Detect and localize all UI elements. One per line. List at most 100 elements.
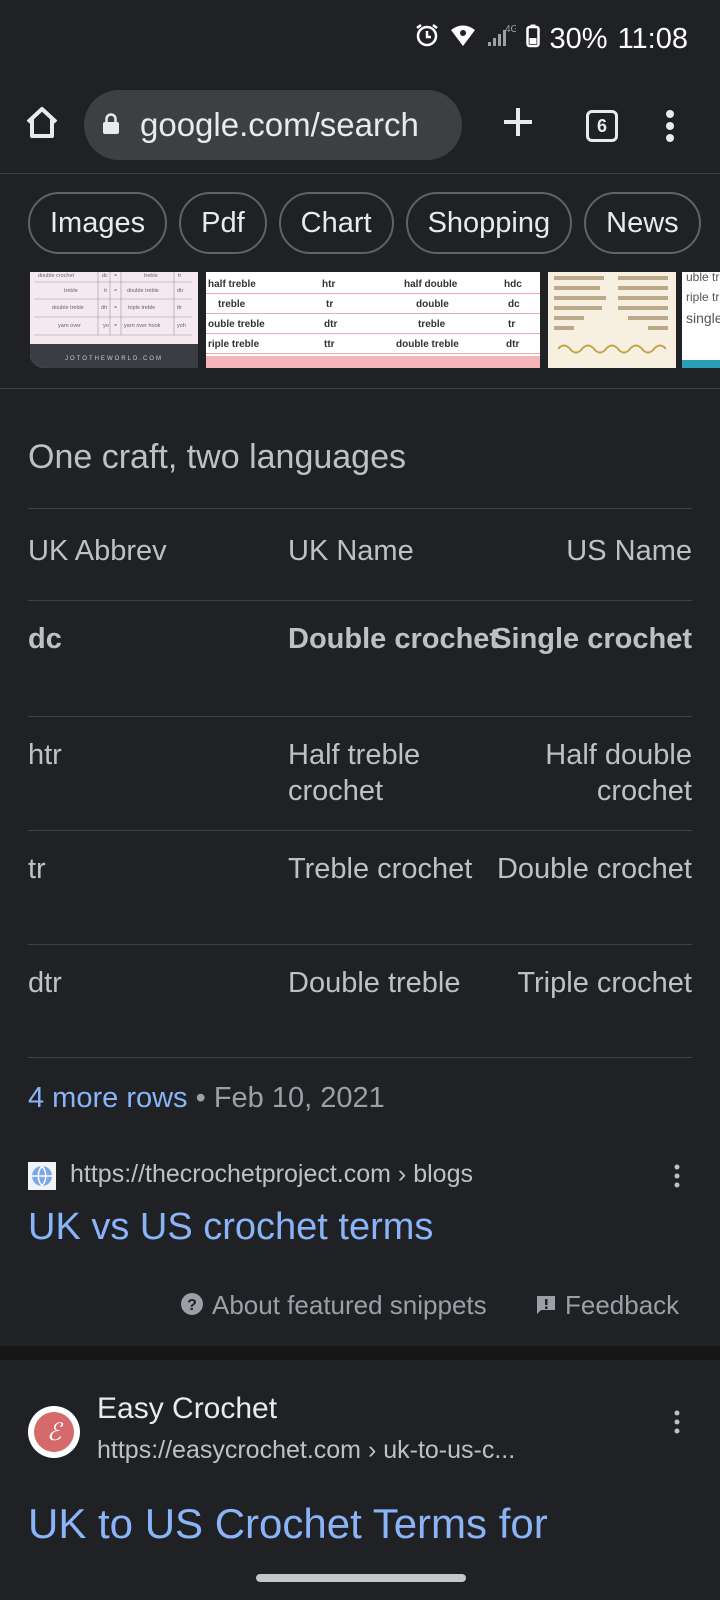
thumb-text: single [686,310,720,326]
svg-text:double crochet: double crochet [38,273,75,279]
separator: • [195,1082,206,1114]
thumb-line [618,276,668,280]
table-cell: Half double crochet [545,739,692,807]
thumb-line [628,316,668,320]
battery-icon [525,23,540,56]
home-icon [26,107,58,138]
image-thumbnail-1[interactable]: double crochet dc = treble tr treble tr = doubl… [30,272,198,368]
home-gesture-handle[interactable] [256,1574,466,1582]
more-rows-link[interactable]: 4 more rows [28,1082,188,1114]
thumb-row: treble tr double dc [206,294,540,314]
table-cell: tr [28,853,46,885]
svg-text:yoh: yoh [177,323,186,329]
svg-text:tr: tr [178,273,182,279]
site-name[interactable]: Easy Crochet [97,1392,277,1426]
browser-toolbar: google.com/search 6 [0,80,720,174]
svg-text:yo: yo [103,323,109,329]
svg-text:triple treble: triple treble [128,305,155,311]
thumb-band [682,360,720,368]
svg-text:treble: treble [144,273,158,279]
result-title-link[interactable]: UK to US Crochet Terms for [28,1500,548,1548]
site-favicon: ℰ [28,1406,80,1458]
column-header: UK Abbrev [28,535,167,567]
svg-text:treble: treble [64,288,78,294]
thumb-line [554,276,604,280]
thumb-text: riple tr [686,290,720,304]
thumb-band [206,356,540,368]
signal-icon: 4G [486,22,518,56]
snippet-date: Feb 10, 2021 [213,1082,385,1114]
thumb-line [618,306,668,310]
svg-text:?: ? [187,1297,197,1314]
svg-text:dtr: dtr [177,288,184,294]
feedback-button[interactable]: Feedback [535,1290,679,1323]
svg-text:=: = [114,305,117,311]
chip-pdf[interactable]: Pdf [179,192,267,254]
table-cell: Double treble [288,967,461,999]
svg-text:4G: 4G [505,24,516,35]
address-bar[interactable]: google.com/search [84,90,462,160]
snippet-source: https://thecrochetproject.com › blogs [28,1160,692,1190]
site-url[interactable]: https://easycrochet.com › uk-to-us-c... [97,1436,515,1465]
table-cell: Triple crochet [517,967,692,999]
svg-text:=: = [114,273,117,279]
status-icons: 4G 30% 11:08 [414,22,688,56]
more-rows-line: 4 more rows • Feb 10, 2021 [28,1082,385,1115]
feedback-icon [535,1292,557,1323]
table-row: dtr Double treble Triple crochet [28,944,692,1058]
thumb-line [618,286,668,290]
table-cell: htr [28,739,62,771]
thumbnail-footer: JOTOTHEWORLD.COM [30,344,198,368]
table-row: tr Treble crochet Double crochet [28,830,692,944]
table-row: dc Double crochet Single crochet [28,600,692,716]
snippet-table: UK Abbrev UK Name US Name dc Double croc… [28,508,692,1058]
more-vert-icon[interactable] [674,1410,680,1434]
thumb-row: half treble htr half double hdc [206,274,540,294]
more-vert-icon [666,110,674,142]
svg-text:ttr: ttr [177,305,182,311]
chip-news[interactable]: News [584,192,701,254]
snippet-result-link[interactable]: UK vs US crochet terms [28,1206,433,1249]
source-url[interactable]: https://thecrochetproject.com › blogs [70,1160,473,1189]
new-tab-button[interactable] [500,104,536,140]
table-cell: dc [28,623,62,655]
chip-shopping[interactable]: Shopping [405,192,573,254]
svg-text:=: = [114,288,117,294]
status-bar: 4G 30% 11:08 [0,0,720,80]
table-cell: Single crochet [492,623,692,655]
lock-icon [103,113,119,134]
thumb-line [554,306,602,310]
clock: 11:08 [617,22,688,55]
divider [0,388,720,389]
feedback-label: Feedback [565,1290,680,1320]
chip-chart[interactable]: Chart [278,192,394,254]
column-header: UK Name [288,535,414,567]
image-thumbnail-3[interactable] [548,272,676,368]
image-carousel: double crochet dc = treble tr treble tr = doubl… [30,272,720,368]
filter-chips: Images Pdf Chart Shopping News [28,192,701,254]
chip-images[interactable]: Images [28,192,168,254]
table-cell: Double crochet [288,623,500,655]
table-cell: Treble crochet [288,853,473,885]
url-text: google.com/search [140,106,419,143]
thumb-row: ouble treble dtr treble tr [206,314,540,334]
alarm-icon [414,22,440,56]
about-featured-snippets[interactable]: ? About featured snippets [180,1290,487,1323]
plus-icon [504,108,532,136]
table-cell: dtr [28,967,62,999]
more-vert-icon[interactable] [674,1164,680,1188]
home-button[interactable] [22,102,62,142]
svg-text:JOTOTHEWORLD.COM: JOTOTHEWORLD.COM [65,356,163,362]
browser-menu-button[interactable] [662,106,678,146]
tab-switcher-button[interactable]: 6 [586,110,618,142]
table-cell: Half treble crochet [288,739,421,807]
help-icon: ? [180,1292,204,1323]
svg-text:=: = [114,323,117,329]
image-thumbnail-2[interactable]: half treble htr half double hdc treble tr dou… [206,272,540,368]
table-header-row: UK Abbrev UK Name US Name [28,508,692,600]
thumb-text: uble tr [686,272,720,284]
thumb-line [554,326,574,330]
svg-text:yarn over hook: yarn over hook [124,323,161,329]
thumb-row: riple treble ttr double treble dtr [206,334,540,354]
image-thumbnail-4[interactable]: uble tr riple tr single [682,272,720,368]
